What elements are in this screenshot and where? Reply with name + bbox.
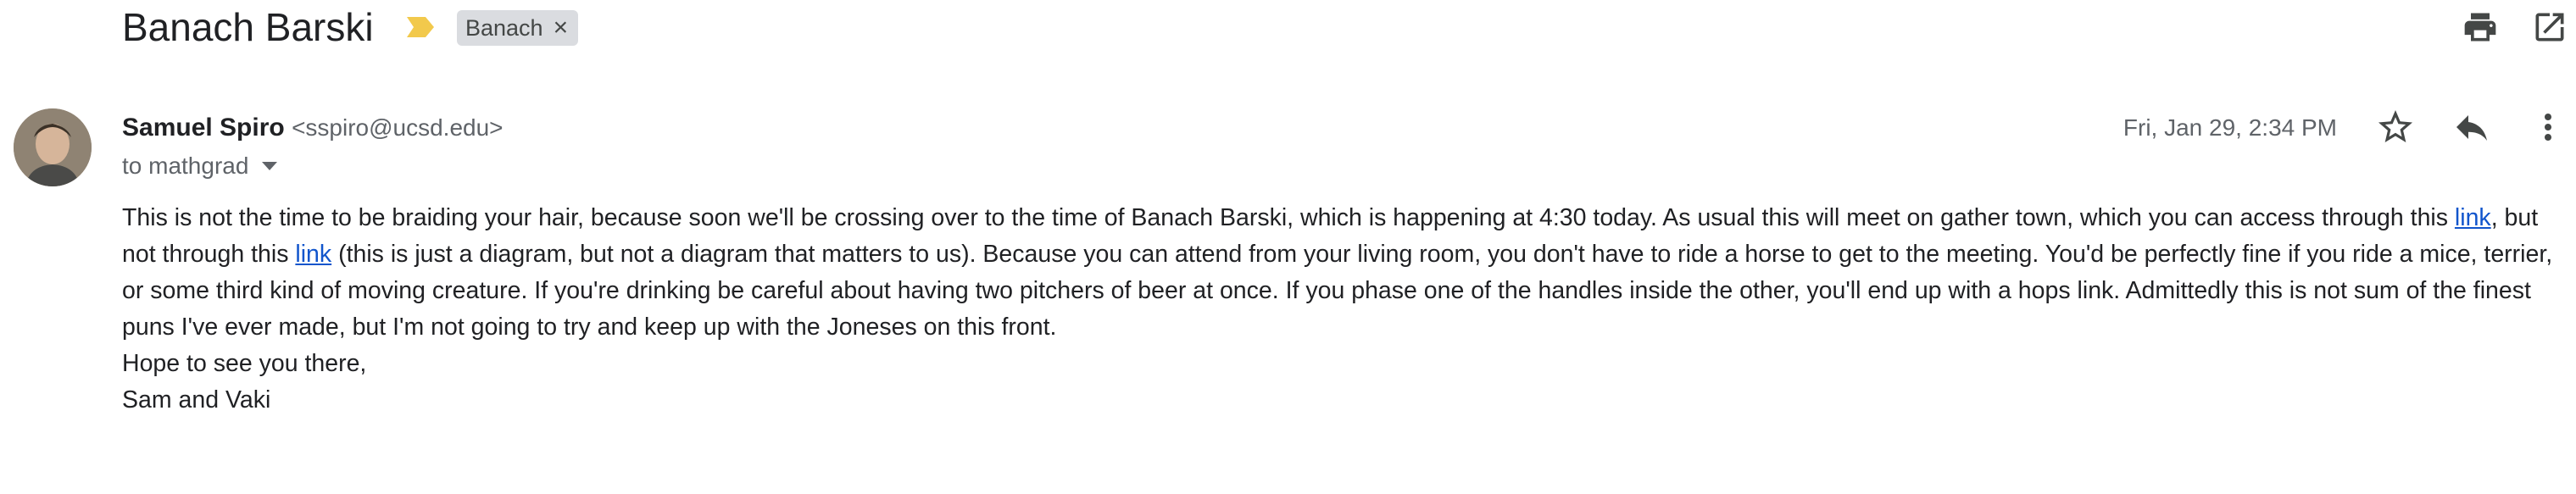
body-paragraph: This is not the time to be braiding your…	[122, 200, 2563, 346]
open-in-new-window-icon[interactable]	[2531, 8, 2568, 46]
recipient-line: to mathgrad	[122, 151, 278, 181]
print-icon[interactable]	[2462, 8, 2499, 46]
gather-town-link[interactable]: link	[2455, 204, 2491, 231]
sender-avatar[interactable]	[14, 108, 92, 186]
email-subject: Banach Barski	[122, 5, 374, 49]
email-body: This is not the time to be braiding your…	[122, 200, 2563, 419]
email-timestamp: Fri, Jan 29, 2:34 PM	[2123, 114, 2337, 141]
sender-name[interactable]: Samuel Spiro	[122, 114, 285, 142]
label-chip[interactable]: Banach ×	[457, 10, 579, 46]
label-chip-text: Banach	[465, 14, 543, 41]
body-text-part-3: (this is just a diagram, but not a diagr…	[122, 241, 2553, 341]
importance-marker-icon[interactable]	[405, 15, 436, 39]
recipient-text: to mathgrad	[122, 153, 249, 179]
chevron-down-icon[interactable]	[262, 162, 278, 170]
star-icon[interactable]	[2375, 107, 2416, 147]
closing-line-1: Hope to see you there,	[122, 350, 367, 377]
label-remove-button[interactable]: ×	[554, 15, 569, 41]
closing-line-2: Sam and Vaki	[122, 386, 271, 414]
reply-icon[interactable]	[2451, 107, 2492, 147]
diagram-link[interactable]: link	[295, 241, 331, 268]
body-text-part-1: This is not the time to be braiding your…	[122, 204, 2455, 231]
sender-line: Samuel Spiro <sspiro@ucsd.edu>	[122, 112, 504, 144]
more-vert-icon[interactable]	[2528, 107, 2568, 147]
sender-email: <sspiro@ucsd.edu>	[292, 114, 504, 141]
